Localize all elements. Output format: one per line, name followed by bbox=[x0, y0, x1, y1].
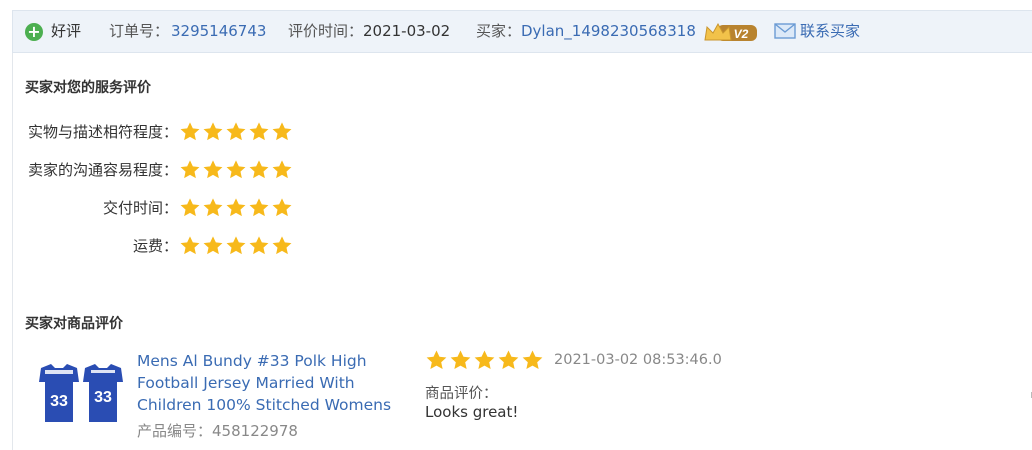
star-icon bbox=[180, 160, 200, 179]
star-icon bbox=[226, 122, 246, 141]
star-icon bbox=[272, 160, 292, 179]
rating-type-label: 好评 bbox=[51, 22, 82, 40]
star-icon bbox=[272, 198, 292, 217]
star-icon bbox=[203, 198, 223, 217]
product-review-text: Looks great! bbox=[425, 403, 519, 421]
star-rating bbox=[179, 235, 293, 257]
jersey-number: 33 bbox=[94, 389, 112, 406]
rating-label: 交付时间： bbox=[102, 199, 178, 217]
rating-label: 卖家的沟通容易程度： bbox=[27, 161, 178, 179]
jersey-number: 33 bbox=[50, 393, 68, 410]
star-rating bbox=[179, 121, 293, 143]
rating-label: 运费： bbox=[132, 237, 178, 255]
star-icon bbox=[498, 350, 519, 370]
rating-label: 实物与描述相符程度： bbox=[27, 123, 178, 141]
rating-row-description: 实物与描述相符程度： bbox=[13, 119, 178, 145]
product-thumbnail[interactable]: 33 33 bbox=[37, 362, 125, 426]
star-icon bbox=[450, 350, 471, 370]
product-number-label: 产品编号： bbox=[137, 422, 213, 440]
star-icon bbox=[203, 122, 223, 141]
star-icon bbox=[474, 350, 495, 370]
star-icon bbox=[272, 236, 292, 255]
product-number-value: 458122978 bbox=[212, 422, 298, 440]
jersey-back-icon: 33 bbox=[83, 364, 123, 422]
review-content: 买家对您的服务评价 实物与描述相符程度： 卖家的沟通容易程度： 交付时间： 运费… bbox=[12, 53, 1032, 450]
product-review-time: 2021-03-02 08:53:46.0 bbox=[554, 352, 722, 368]
product-review-title: 买家对商品评价 bbox=[25, 316, 123, 332]
star-icon bbox=[203, 236, 223, 255]
service-review-title: 买家对您的服务评价 bbox=[25, 80, 151, 96]
product-star-rating bbox=[425, 349, 544, 372]
star-icon bbox=[272, 122, 292, 141]
order-number-link[interactable]: 3295146743 bbox=[171, 11, 266, 52]
star-icon bbox=[426, 350, 447, 370]
product-title-link[interactable]: Mens Al Bundy #33 Polk High Football Jer… bbox=[137, 350, 397, 416]
vip-crown-badge-icon: V2 bbox=[704, 22, 757, 41]
star-icon bbox=[522, 350, 543, 370]
product-number: 产品编号：458122978 bbox=[137, 420, 298, 441]
star-icon bbox=[226, 160, 246, 179]
contact-buyer-link[interactable]: 联系买家 bbox=[800, 11, 860, 52]
jersey-front-icon: 33 bbox=[39, 364, 79, 422]
star-icon bbox=[249, 160, 269, 179]
rating-row-communication: 卖家的沟通容易程度： bbox=[13, 157, 178, 183]
plus-circle-icon: + bbox=[25, 23, 43, 41]
star-icon bbox=[226, 236, 246, 255]
star-rating bbox=[179, 197, 293, 219]
star-icon bbox=[249, 122, 269, 141]
star-icon bbox=[203, 160, 223, 179]
review-header-bar: + 好评 订单号： 3295146743 评价时间： 2021-03-02 买家… bbox=[12, 10, 1032, 53]
rating-row-shipping: 运费： bbox=[13, 233, 178, 259]
star-icon bbox=[226, 198, 246, 217]
star-icon bbox=[249, 198, 269, 217]
envelope-icon[interactable] bbox=[774, 22, 796, 40]
product-review-label: 商品评价： bbox=[425, 386, 498, 402]
review-time-value: 2021-03-02 bbox=[363, 22, 451, 40]
star-icon bbox=[180, 122, 200, 141]
star-rating bbox=[179, 159, 293, 181]
star-icon bbox=[249, 236, 269, 255]
buyer-name-link[interactable]: Dylan_1498230568318 bbox=[521, 11, 696, 52]
order-number-label: 订单号： bbox=[109, 22, 170, 40]
buyer-level-text: V2 bbox=[734, 27, 749, 41]
review-time-label: 评价时间： bbox=[288, 22, 364, 40]
buyer-label: 买家： bbox=[476, 22, 522, 40]
rating-row-delivery: 交付时间： bbox=[13, 195, 178, 221]
star-icon bbox=[180, 198, 200, 217]
star-icon bbox=[180, 236, 200, 255]
